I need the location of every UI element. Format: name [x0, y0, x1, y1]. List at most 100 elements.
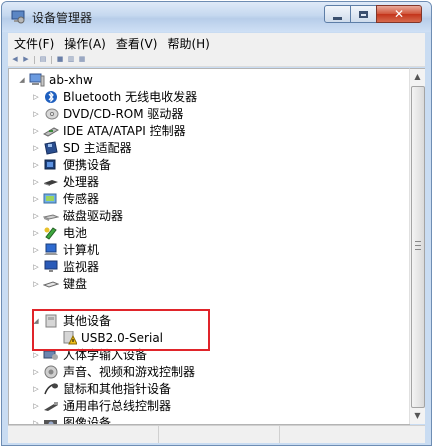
scroll-up-icon[interactable]: ▲ [410, 69, 425, 85]
device-tree[interactable]: ◢ ab-xhw ▷ Bluetooth 无线电收发器 ▷ DVD/CD-ROM… [8, 68, 410, 425]
expand-icon[interactable]: ▷ [31, 161, 41, 169]
tree-item-usb-serial[interactable]: USB2.0-Serial [61, 329, 164, 346]
collapse-icon[interactable]: ◢ [17, 76, 27, 84]
window-title: 设备管理器 [32, 11, 93, 25]
tree-item[interactable]: ▷ 鼠标和其他指针设备 [31, 380, 172, 397]
expand-icon[interactable]: ▷ [31, 280, 41, 288]
status-pane [159, 426, 280, 443]
tree-item[interactable]: ▷ DVD/CD-ROM 驱动器 [31, 105, 184, 122]
scroll-thumb[interactable] [411, 86, 425, 408]
tree-item[interactable]: ▷ 图像设备 [31, 414, 112, 425]
processor-icon [44, 179, 58, 186]
usb-controller-icon [44, 401, 58, 411]
expand-icon[interactable]: ▷ [31, 195, 41, 203]
tree-item[interactable]: ▷ 计算机 [31, 241, 100, 258]
tree-item[interactable]: ▷ 声音、视频和游戏控制器 [31, 363, 196, 380]
tree-item-label: IDE ATA/ATAPI 控制器 [63, 124, 186, 138]
status-pane [280, 426, 425, 443]
grip-icon [415, 241, 421, 250]
expand-icon[interactable]: ▷ [31, 93, 41, 101]
expand-icon[interactable]: ▷ [31, 144, 41, 152]
tree-item-other-devices[interactable]: ◢ 其他设备 [31, 312, 112, 329]
tree-item-label: 通用串行总线控制器 [63, 399, 172, 413]
toolbar-separator [51, 55, 52, 64]
portable-device-icon [44, 159, 56, 169]
tree-item-label: 鼠标和其他指针设备 [63, 382, 172, 396]
tree-root-label: ab-xhw [49, 72, 93, 87]
close-button[interactable]: ✕ [376, 5, 422, 23]
expand-icon[interactable]: ▷ [31, 110, 41, 118]
tree-item-label: 键盘 [63, 277, 88, 291]
tree-item-label: 其他设备 [63, 314, 112, 328]
tree-item[interactable]: ▷ 人体学输入设备 [31, 346, 148, 363]
expand-icon[interactable]: ▷ [31, 127, 41, 135]
tree-item-label: DVD/CD-ROM 驱动器 [63, 107, 184, 121]
battery-icon [44, 226, 57, 240]
tree-item[interactable]: ▷ 监视器 [31, 258, 100, 275]
tree-item[interactable]: ▷ 键盘 [31, 275, 88, 292]
expand-icon[interactable]: ▷ [31, 402, 41, 410]
expand-icon[interactable]: ▷ [31, 263, 41, 271]
help-icon[interactable]: ▥ [67, 56, 75, 63]
toolbar: ◀ ▶ ▤ ■ ▥ ▦ [8, 53, 425, 67]
tree-item-label: Bluetooth 无线电收发器 [63, 90, 198, 104]
expand-icon[interactable]: ▷ [31, 368, 41, 376]
menu-help[interactable]: 帮助(H) [165, 34, 211, 53]
properties-icon[interactable]: ■ [56, 56, 64, 63]
expand-icon[interactable]: ▷ [31, 351, 41, 359]
scroll-down-icon[interactable]: ▼ [410, 408, 425, 424]
ide-controller-icon [43, 126, 59, 137]
maximize-button[interactable] [350, 5, 377, 23]
computer-icon [44, 243, 58, 255]
dvd-drive-icon [45, 108, 59, 119]
tree-item[interactable]: ▷ 传感器 [31, 190, 100, 207]
tree-item-label: 便携设备 [63, 158, 112, 172]
back-icon[interactable]: ◀ [11, 56, 19, 63]
tree-item[interactable]: ▷ Bluetooth 无线电收发器 [31, 88, 198, 105]
unknown-device-warning-icon [63, 330, 77, 344]
menu-action[interactable]: 操作(A) [62, 34, 108, 53]
device-manager-window: 设备管理器 ✕ 文件(F) 操作(A) 查看(V) 帮助(H) ◀ ▶ ▤ ■ … [1, 1, 432, 446]
close-icon: ✕ [393, 7, 405, 21]
tree-item-label: 监视器 [63, 260, 100, 274]
tree-item-label: 电池 [63, 226, 88, 240]
expand-icon[interactable]: ▷ [31, 178, 41, 186]
tree-item[interactable]: ▷ 处理器 [31, 173, 100, 190]
tree-item-label: 处理器 [63, 175, 100, 189]
menu-view[interactable]: 查看(V) [114, 34, 160, 53]
title-bar[interactable]: 设备管理器 ✕ [2, 2, 431, 32]
device-manager-icon [11, 10, 25, 24]
mouse-icon [44, 382, 58, 394]
tree-item[interactable]: ▷ 电池 [31, 224, 88, 241]
tree-item[interactable]: ▷ 磁盘驱动器 [31, 207, 124, 224]
expand-icon[interactable]: ▷ [31, 229, 41, 237]
expand-icon[interactable]: ▷ [31, 212, 41, 220]
sound-icon [44, 365, 58, 378]
bluetooth-icon [45, 90, 57, 103]
other-devices-icon [45, 314, 57, 327]
tree-item-label: 磁盘驱动器 [63, 209, 124, 223]
tree-item-label: 声音、视频和游戏控制器 [63, 365, 196, 379]
tree-item-label: SD 主适配器 [63, 141, 132, 155]
expand-icon[interactable]: ▷ [31, 246, 41, 254]
minimize-button[interactable] [324, 5, 351, 23]
monitor-icon [44, 260, 58, 272]
tree-root[interactable]: ◢ ab-xhw [17, 71, 94, 88]
tree-item-label: 传感器 [63, 192, 100, 206]
expand-icon[interactable]: ▷ [31, 385, 41, 393]
menu-file[interactable]: 文件(F) [12, 34, 56, 53]
tree-item[interactable]: ▷ 通用串行总线控制器 [31, 397, 172, 414]
tree-item[interactable]: ▷ SD 主适配器 [31, 139, 133, 156]
scan-hardware-icon[interactable]: ▦ [78, 56, 86, 63]
tree-item-label: USB2.0-Serial [81, 330, 164, 345]
vertical-scrollbar[interactable]: ▲ ▼ [409, 68, 425, 424]
tree-item-label: 图像设备 [63, 416, 112, 425]
sd-adapter-icon [44, 140, 58, 155]
tree-item[interactable]: ▷ 便携设备 [31, 156, 112, 173]
collapse-icon[interactable]: ◢ [31, 317, 41, 325]
forward-icon[interactable]: ▶ [22, 56, 30, 63]
tree-item[interactable]: ▷ IDE ATA/ATAPI 控制器 [31, 122, 187, 139]
menu-bar: 文件(F) 操作(A) 查看(V) 帮助(H) [8, 33, 425, 53]
show-hide-tree-icon[interactable]: ▤ [39, 56, 47, 63]
maximize-icon [359, 10, 368, 18]
